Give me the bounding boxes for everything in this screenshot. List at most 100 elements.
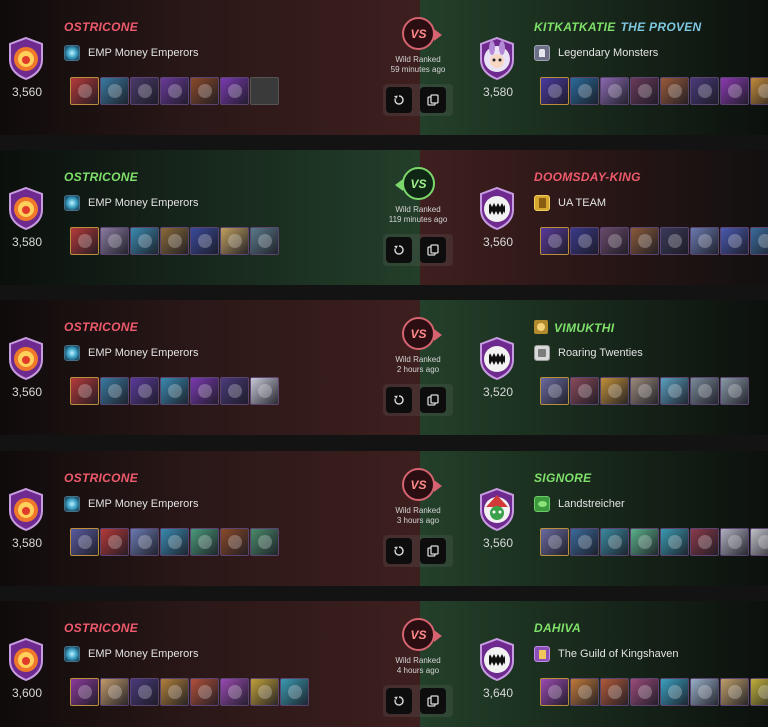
monster-card[interactable] — [190, 227, 219, 255]
monster-card[interactable] — [220, 77, 249, 105]
fire-avatar-icon[interactable] — [7, 487, 45, 531]
monster-card[interactable] — [160, 377, 189, 405]
monster-card[interactable] — [630, 678, 659, 706]
copy-team-button[interactable] — [420, 237, 446, 263]
monster-card[interactable] — [690, 377, 719, 405]
fire-avatar-icon[interactable] — [7, 336, 45, 380]
summoner-card[interactable] — [70, 377, 99, 405]
monster-card[interactable] — [220, 227, 249, 255]
monster-card[interactable] — [250, 227, 279, 255]
copy-team-button[interactable] — [420, 688, 446, 714]
monster-card[interactable] — [690, 678, 719, 706]
guild-link[interactable]: UA TEAM — [534, 195, 606, 211]
monster-card[interactable] — [720, 77, 749, 105]
monster-card[interactable] — [130, 678, 159, 706]
monster-card[interactable] — [630, 227, 659, 255]
monster-card[interactable] — [160, 678, 189, 706]
monster-card[interactable] — [750, 227, 768, 255]
fire-avatar-icon[interactable] — [7, 186, 45, 230]
replay-button[interactable] — [386, 538, 412, 564]
monster-card[interactable] — [190, 678, 219, 706]
monster-card[interactable] — [190, 377, 219, 405]
fire-avatar-icon[interactable] — [7, 637, 45, 681]
monster-card[interactable] — [100, 678, 129, 706]
monster-card[interactable] — [570, 377, 599, 405]
player-name[interactable]: SIGNORE — [534, 471, 591, 485]
monster-card[interactable] — [130, 77, 159, 105]
guild-link[interactable]: EMP Money Emperors — [64, 195, 198, 211]
monster-card[interactable] — [600, 77, 629, 105]
monster-card[interactable] — [660, 77, 689, 105]
monster-card[interactable] — [690, 227, 719, 255]
guild-link[interactable]: EMP Money Emperors — [64, 45, 198, 61]
monster-card[interactable] — [100, 77, 129, 105]
fanged-mouth-avatar-icon[interactable] — [478, 336, 516, 380]
monster-card[interactable] — [660, 528, 689, 556]
guild-link[interactable]: Legendary Monsters — [534, 45, 658, 61]
summoner-card[interactable] — [540, 227, 569, 255]
monster-card[interactable] — [220, 377, 249, 405]
monster-card[interactable] — [570, 678, 599, 706]
guild-link[interactable]: Landstreicher — [534, 496, 625, 512]
player-name[interactable]: OSTRICONE — [64, 20, 138, 34]
monster-card[interactable] — [570, 227, 599, 255]
monster-card[interactable] — [630, 377, 659, 405]
summoner-card[interactable] — [540, 377, 569, 405]
monster-card[interactable] — [190, 77, 219, 105]
player-name[interactable]: KITKATKATIE THE PROVEN — [534, 20, 702, 34]
replay-button[interactable] — [386, 87, 412, 113]
monster-card[interactable] — [250, 528, 279, 556]
summoner-card[interactable] — [540, 528, 569, 556]
monster-card[interactable] — [600, 678, 629, 706]
monster-card[interactable] — [720, 377, 749, 405]
monster-card[interactable] — [690, 528, 719, 556]
player-name[interactable]: DOOMSDAY-KING — [534, 170, 641, 184]
guild-link[interactable]: EMP Money Emperors — [64, 646, 198, 662]
monster-card[interactable] — [130, 377, 159, 405]
fire-avatar-icon[interactable] — [7, 36, 45, 80]
replay-button[interactable] — [386, 688, 412, 714]
monster-card[interactable] — [250, 678, 279, 706]
summoner-card[interactable] — [70, 77, 99, 105]
copy-team-button[interactable] — [420, 538, 446, 564]
copy-team-button[interactable] — [420, 387, 446, 413]
monster-card[interactable] — [600, 528, 629, 556]
summoner-card[interactable] — [70, 678, 99, 706]
monster-card[interactable] — [570, 77, 599, 105]
monster-card[interactable] — [750, 528, 768, 556]
monster-card[interactable] — [630, 528, 659, 556]
monster-card[interactable] — [750, 77, 768, 105]
bunny-avatar-icon[interactable] — [478, 36, 516, 80]
player-name[interactable]: OSTRICONE — [64, 170, 138, 184]
guild-link[interactable]: EMP Money Emperors — [64, 496, 198, 512]
empty-card-slot[interactable] — [250, 77, 279, 105]
monster-card[interactable] — [100, 528, 129, 556]
monster-card[interactable] — [600, 227, 629, 255]
monster-card[interactable] — [720, 528, 749, 556]
monster-card[interactable] — [750, 678, 768, 706]
monster-card[interactable] — [130, 227, 159, 255]
monster-card[interactable] — [600, 377, 629, 405]
monster-card[interactable] — [160, 77, 189, 105]
monster-card[interactable] — [660, 227, 689, 255]
monster-card[interactable] — [100, 227, 129, 255]
summoner-card[interactable] — [70, 528, 99, 556]
monster-card[interactable] — [100, 377, 129, 405]
guild-link[interactable]: The Guild of Kingshaven — [534, 646, 678, 662]
monster-card[interactable] — [660, 678, 689, 706]
monster-card[interactable] — [130, 528, 159, 556]
player-name[interactable]: DAHIVA — [534, 621, 581, 635]
guild-link[interactable]: EMP Money Emperors — [64, 345, 198, 361]
copy-team-button[interactable] — [420, 87, 446, 113]
guild-link[interactable]: Roaring Twenties — [534, 345, 643, 361]
monster-card[interactable] — [570, 528, 599, 556]
player-name[interactable]: VIMUKTHI — [534, 320, 614, 335]
monster-card[interactable] — [690, 77, 719, 105]
summoner-card[interactable] — [540, 678, 569, 706]
monster-card[interactable] — [660, 377, 689, 405]
monster-card[interactable] — [220, 528, 249, 556]
monster-card[interactable] — [630, 77, 659, 105]
fanged-mouth-avatar-icon[interactable] — [478, 186, 516, 230]
monster-card[interactable] — [720, 678, 749, 706]
monster-card[interactable] — [720, 227, 749, 255]
